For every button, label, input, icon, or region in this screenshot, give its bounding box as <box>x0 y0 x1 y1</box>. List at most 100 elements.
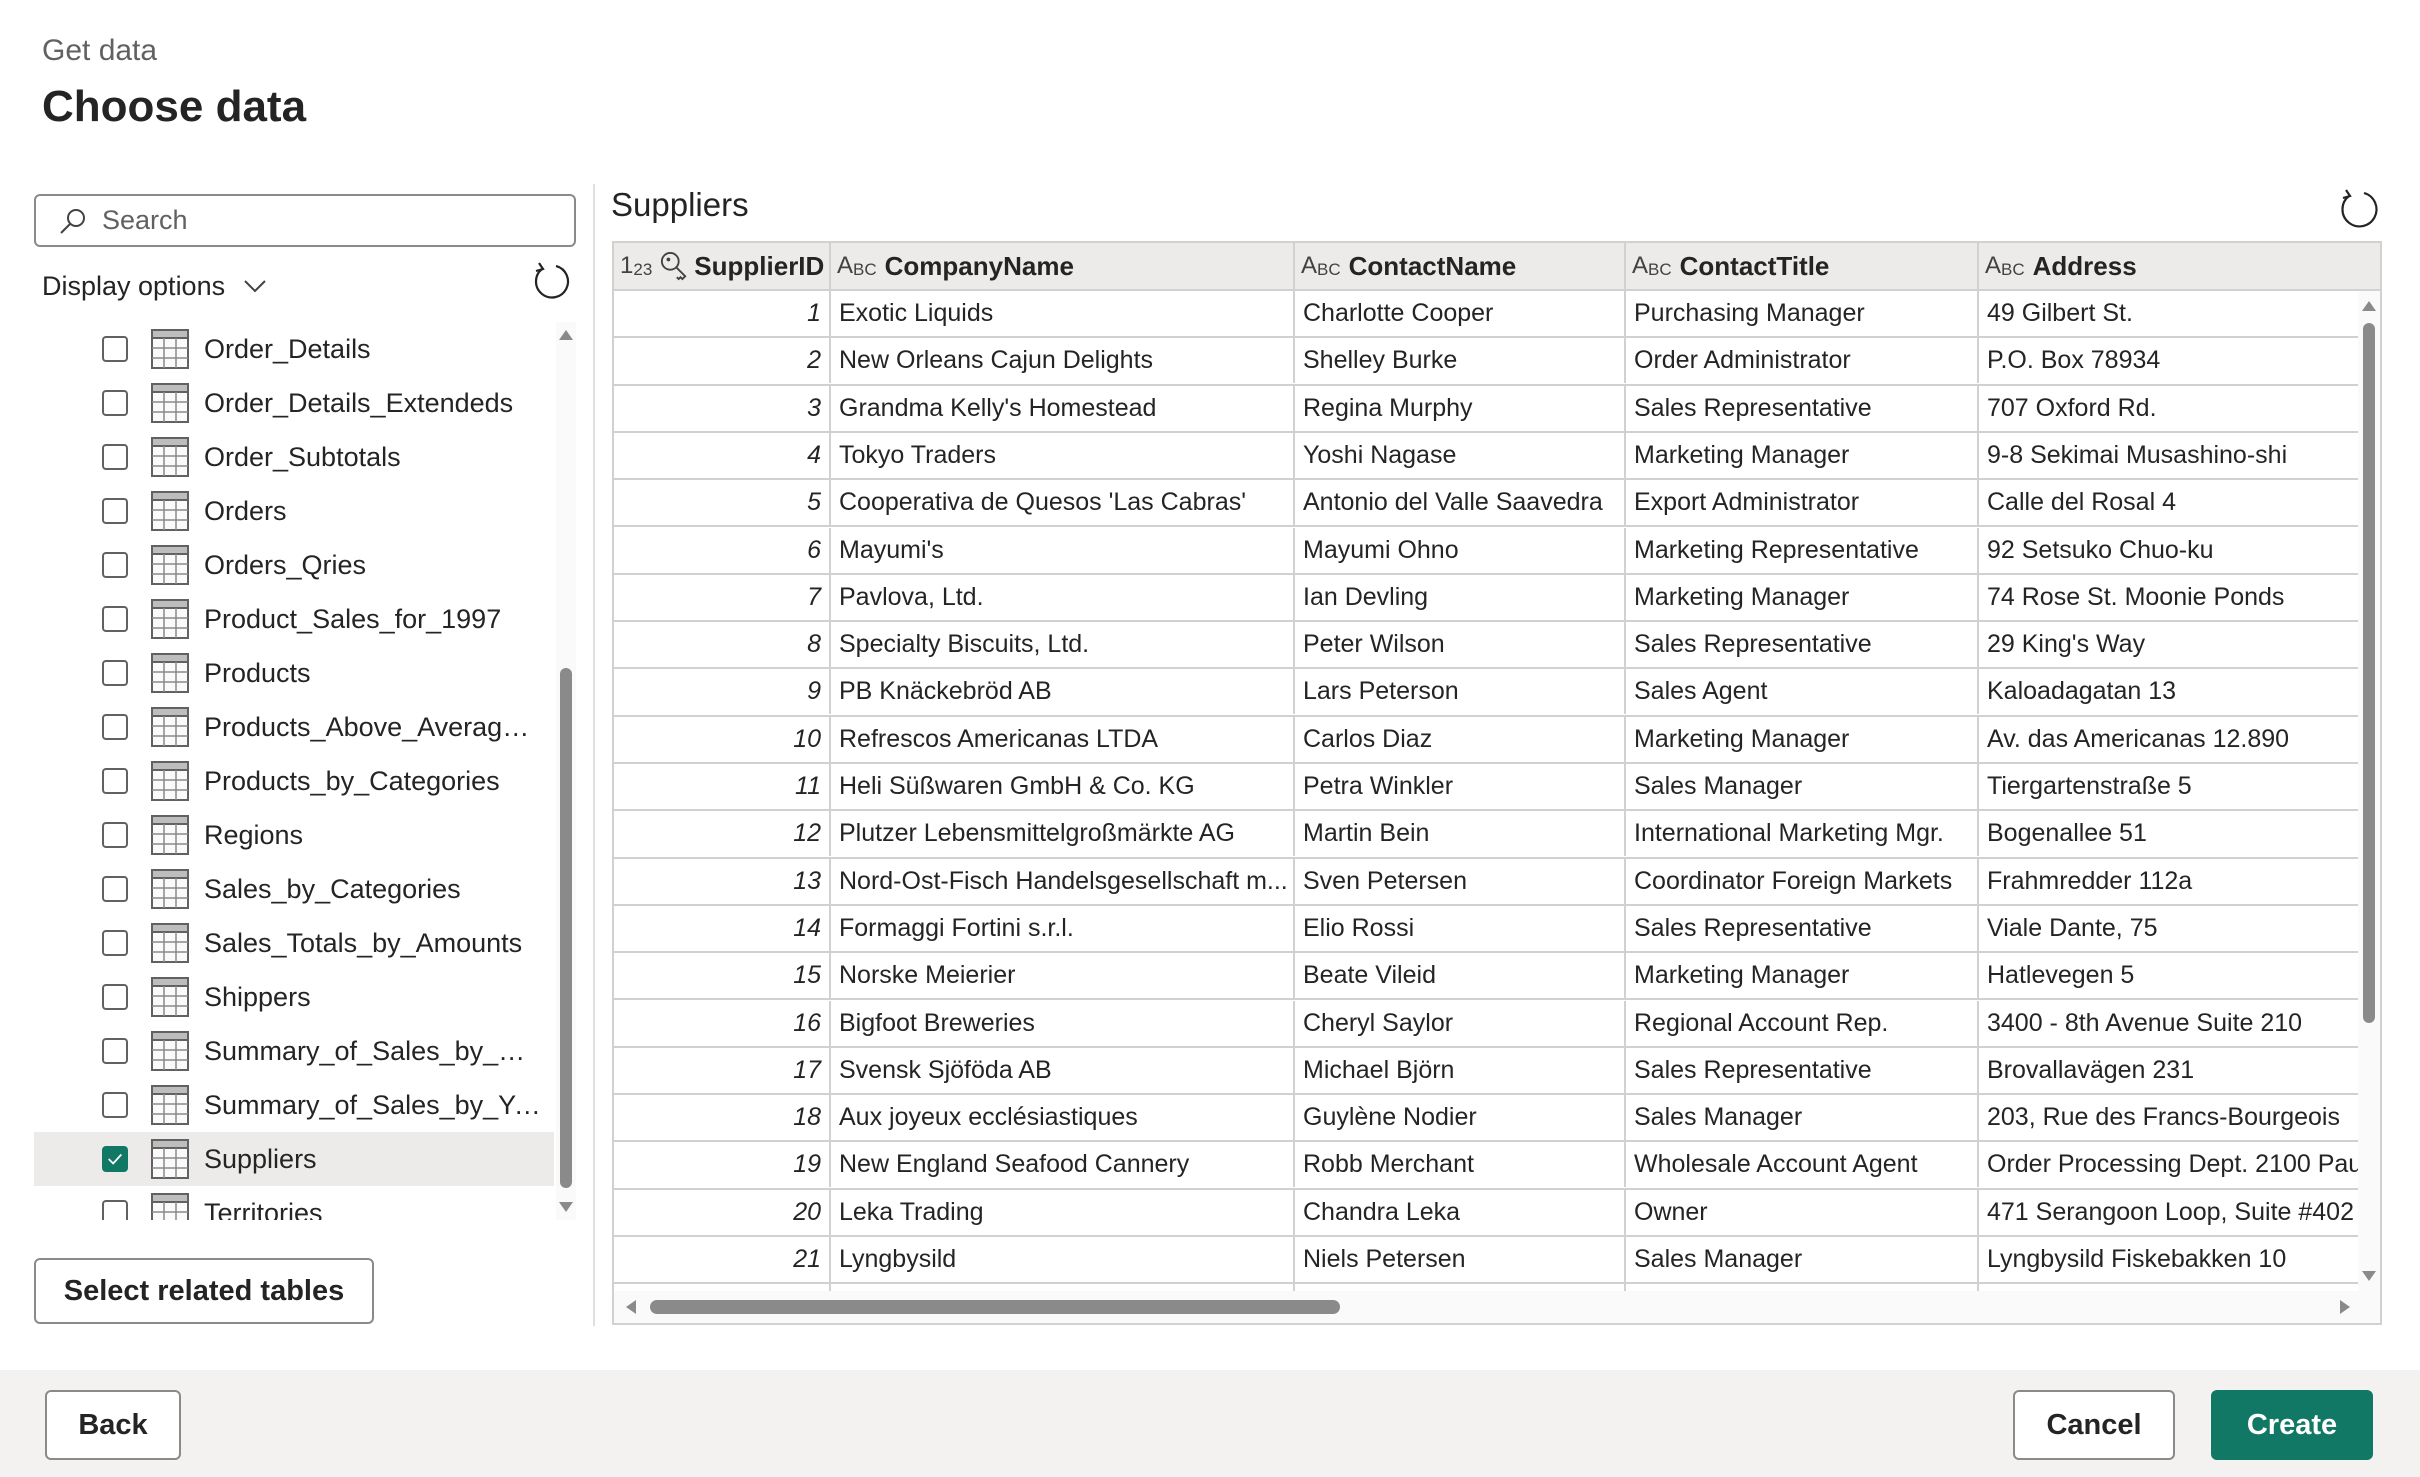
checkbox[interactable] <box>102 552 128 578</box>
cell-contactname: Guylène Nodier <box>1295 1095 1626 1141</box>
cell-contacttitle: International Marketing Mgr. <box>1626 811 1979 857</box>
checkbox[interactable] <box>102 390 128 416</box>
cell-companyname: Plutzer Lebensmittelgroßmärkte AG <box>831 811 1295 857</box>
column-name: ContactName <box>1348 250 1517 281</box>
table-list-item-label: Suppliers <box>204 1143 317 1174</box>
table-icon <box>151 437 189 477</box>
cell-contacttitle: Sales Agent <box>1626 669 1979 715</box>
checkbox[interactable] <box>102 444 128 470</box>
search-icon <box>60 208 85 234</box>
table-list-item[interactable]: Summary_of_Sales_by_Years <box>34 1078 554 1132</box>
table-list-item[interactable]: Order_Details_Extendeds <box>34 376 554 430</box>
checkbox[interactable] <box>102 1092 128 1118</box>
grid-vertical-scrollbar[interactable] <box>2358 291 2380 1291</box>
table-row: 4 Tokyo Traders Yoshi Nagase Marketing Mana… <box>614 432 2358 481</box>
column-header-companyname[interactable]: A B C CompanyName <box>831 243 1295 289</box>
checkbox[interactable] <box>102 498 128 524</box>
checkbox[interactable] <box>102 336 128 362</box>
checkbox[interactable] <box>102 876 128 902</box>
cell-companyname: Pavlova, Ltd. <box>831 574 1295 620</box>
table-list-item[interactable]: Sales_by_Categories <box>34 862 554 916</box>
cell-supplierid: 12 <box>614 811 831 857</box>
display-options-label: Display options <box>42 270 226 301</box>
back-button[interactable]: Back <box>45 1390 181 1460</box>
checkbox[interactable] <box>102 1200 128 1220</box>
display-options-dropdown[interactable]: Display options <box>42 266 267 306</box>
table-list-item-label: Products_Above_Average_... <box>204 711 544 742</box>
table-list-item[interactable]: Orders_Qries <box>34 538 554 592</box>
page-subtitle: Get data <box>42 34 158 67</box>
scroll-up-arrow-icon[interactable] <box>559 330 573 340</box>
refresh-icon[interactable] <box>2336 186 2382 232</box>
cell-contactname: Niels Petersen <box>1295 1237 1626 1282</box>
checkbox[interactable] <box>102 930 128 956</box>
scroll-left-arrow-icon[interactable] <box>626 1300 636 1314</box>
grid-body: 1 Exotic Liquids Charlotte Cooper Purchasin… <box>614 291 2358 1291</box>
table-list-item-label: Order_Subtotals <box>204 441 401 472</box>
table-icon <box>151 599 189 639</box>
grid-horizontal-scrollbar[interactable] <box>614 1291 2380 1323</box>
table-row: 22Zaanse SnoepfabriekDirk LuchteAccounti… <box>614 1284 2358 1291</box>
list-scrollbar[interactable] <box>556 322 576 1220</box>
create-button[interactable]: Create <box>2211 1390 2373 1460</box>
table-icon <box>151 1085 189 1125</box>
checkbox[interactable] <box>102 822 128 848</box>
cancel-button[interactable]: Cancel <box>2013 1390 2175 1460</box>
table-list-item[interactable]: Territories <box>34 1186 554 1220</box>
table-list-item[interactable]: Products <box>34 646 554 700</box>
table-list-item[interactable]: Suppliers <box>34 1132 554 1186</box>
table-row: 15 Norske Meierier Beate Vileid Marketing M… <box>614 953 2358 1001</box>
column-header-contactname[interactable]: A B C ContactName <box>1295 243 1626 289</box>
table-list-item[interactable]: Summary_of_Sales_by_Qua... <box>34 1024 554 1078</box>
column-header-address[interactable]: A B C Address <box>1979 243 2379 289</box>
cell-address: 203, Rue des Francs-Bourgeois <box>1987 1103 2340 1132</box>
column-header-contacttitle[interactable]: A B C ContactTitle <box>1626 243 1979 289</box>
cell-supplierid: 6 <box>614 527 831 573</box>
scroll-down-arrow-icon[interactable] <box>2362 1271 2376 1281</box>
table-list-item-label: Product_Sales_for_1997 <box>204 603 502 634</box>
select-related-tables-button[interactable]: Select related tables <box>34 1258 374 1324</box>
cell-address: Order Processing Dept. 2100 Paul <box>1987 1150 2358 1179</box>
cell-address: Tiergartenstraße 5 <box>1987 772 2192 800</box>
checkbox[interactable] <box>102 1038 128 1064</box>
cell-contactname: Beate Vileid <box>1295 953 1626 999</box>
scroll-thumb[interactable] <box>650 1300 1340 1314</box>
checkbox[interactable] <box>102 1146 128 1172</box>
table-list-item[interactable]: Order_Details <box>34 322 554 376</box>
scroll-thumb[interactable] <box>2363 323 2375 1023</box>
search-box[interactable] <box>34 194 576 247</box>
checkbox[interactable] <box>102 660 128 686</box>
column-header-supplierid[interactable]: 1 2 3 SupplierID <box>614 243 831 289</box>
table-row: 5 Cooperativa de Quesos 'Las Cabras' Anton… <box>614 480 2358 528</box>
checkbox[interactable] <box>102 714 128 740</box>
scroll-thumb[interactable] <box>560 668 572 1188</box>
table-list-item[interactable]: Shippers <box>34 970 554 1024</box>
cell-contactname: Mayumi Ohno <box>1295 527 1626 573</box>
cell-supplierid: 15 <box>614 953 831 999</box>
search-input[interactable] <box>102 205 542 236</box>
cell-contactname: Sven Petersen <box>1295 858 1626 904</box>
table-list-item[interactable]: Regions <box>34 808 554 862</box>
checkbox[interactable] <box>102 984 128 1010</box>
checkbox[interactable] <box>102 768 128 794</box>
scroll-up-arrow-icon[interactable] <box>2362 301 2376 311</box>
cell-supplierid: 4 <box>614 432 831 478</box>
table-list-item-label: Regions <box>204 819 304 850</box>
table-list-item[interactable]: Order_Subtotals <box>34 430 554 484</box>
cell-companyname: Tokyo Traders <box>831 432 1295 478</box>
table-list-item[interactable]: Product_Sales_for_1997 <box>34 592 554 646</box>
scroll-down-arrow-icon[interactable] <box>559 1202 573 1212</box>
cell-address: 471 Serangoon Loop, Suite #402 <box>1987 1197 2354 1226</box>
table-list-item[interactable]: Sales_Totals_by_Amounts <box>34 916 554 970</box>
checkbox[interactable] <box>102 606 128 632</box>
refresh-icon[interactable] <box>530 260 572 302</box>
table-list-item[interactable]: Products_by_Categories <box>34 754 554 808</box>
table-row: 9 PB Knäckebröd AB Lars Peterson Sales Agen… <box>614 669 2358 717</box>
table-list-item[interactable]: Products_Above_Average_... <box>34 700 554 754</box>
cell-address: Frahmredder 112a <box>1987 866 2193 895</box>
cell-contactname: Lars Peterson <box>1295 669 1626 715</box>
cell-address: Av. das Americanas 12.890 <box>1987 724 2290 753</box>
cell-companyname: Heli Süßwaren GmbH & Co. KG <box>831 764 1295 809</box>
scroll-right-arrow-icon[interactable] <box>2340 1300 2350 1314</box>
table-list-item[interactable]: Orders <box>34 484 554 538</box>
